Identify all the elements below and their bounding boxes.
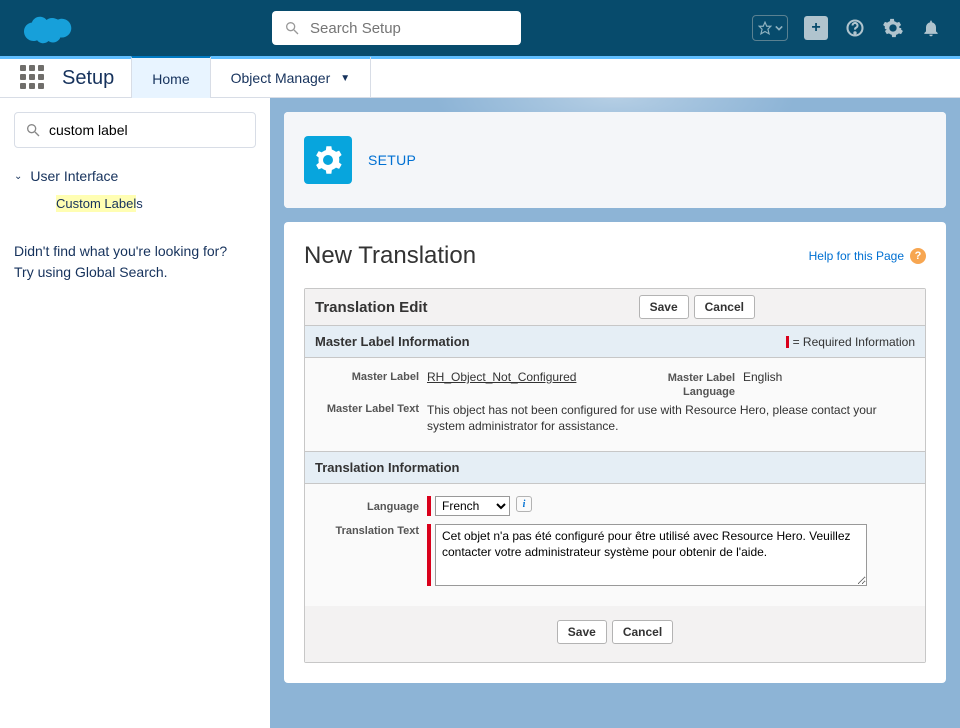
tree-section-user-interface[interactable]: ⌄ User Interface — [14, 168, 256, 184]
required-info: = Required Information — [786, 335, 915, 349]
master-text-value: This object has not been configured for … — [427, 400, 897, 436]
section1-title: Master Label Information — [315, 334, 470, 349]
master-label-link[interactable]: RH_Object_Not_Configured — [427, 370, 576, 384]
help-icon[interactable] — [844, 17, 866, 39]
tree-item-custom-labels[interactable]: Custom Labels — [56, 196, 256, 211]
translation-text-label: Translation Text — [315, 522, 427, 537]
chevron-down-icon: ⌄ — [14, 171, 22, 182]
chevron-down-icon: ▼ — [340, 73, 350, 84]
header-eyebrow: SETUP — [368, 152, 416, 168]
search-icon — [284, 20, 300, 36]
tab-home-label: Home — [152, 71, 189, 87]
required-marker — [427, 496, 431, 516]
translation-edit-block: Translation Edit Save Cancel Master Labe… — [304, 288, 926, 663]
tree-section-label: User Interface — [30, 168, 118, 184]
master-label-label: Master Label — [315, 368, 427, 400]
master-text-label: Master Label Text — [315, 400, 427, 415]
tree-highlight: Custom Label — [56, 195, 136, 212]
info-icon[interactable]: i — [516, 496, 532, 512]
quick-find-input[interactable] — [49, 122, 245, 138]
global-search-input[interactable] — [310, 20, 509, 37]
global-search-wrap — [272, 11, 521, 45]
context-title: Setup — [62, 67, 114, 90]
bell-icon[interactable] — [920, 17, 942, 39]
sidebar-help-line2: Try using Global Search. — [14, 262, 256, 283]
main-content: SETUP New Translation Help for this Page… — [270, 98, 960, 728]
header-actions: + — [752, 15, 948, 41]
page-title: New Translation — [304, 242, 476, 270]
tab-object-manager[interactable]: Object Manager ▼ — [210, 57, 372, 99]
create-button[interactable]: + — [804, 16, 828, 40]
global-header: + — [0, 0, 960, 56]
tab-object-manager-label: Object Manager — [231, 70, 331, 86]
context-nav-bar: Setup Home Object Manager ▼ — [0, 56, 960, 98]
setup-gear-icon — [304, 136, 352, 184]
help-for-page-link[interactable]: Help for this Page ? — [809, 248, 926, 264]
app-launcher-icon[interactable] — [20, 65, 46, 91]
help-icon: ? — [910, 248, 926, 264]
master-lang-value: English — [743, 368, 915, 400]
gear-icon[interactable] — [882, 17, 904, 39]
help-link-text: Help for this Page — [809, 249, 904, 263]
required-info-text: = Required Information — [793, 335, 915, 349]
page-header-panel: SETUP — [284, 112, 946, 208]
search-icon — [25, 122, 41, 138]
cancel-button-bottom[interactable]: Cancel — [612, 620, 673, 644]
section-master-label-info: Master Label Information = Required Info… — [305, 325, 925, 358]
block-title: Translation Edit — [315, 299, 428, 316]
form-panel: New Translation Help for this Page ? Tra… — [284, 222, 946, 683]
language-label: Language — [315, 498, 427, 513]
language-select[interactable]: French — [435, 496, 510, 516]
sidebar-help-line1: Didn't find what you're looking for? — [14, 241, 256, 262]
sidebar-help-text: Didn't find what you're looking for? Try… — [14, 241, 256, 283]
save-button[interactable]: Save — [639, 295, 689, 319]
section2-title: Translation Information — [315, 460, 459, 475]
setup-tree-sidebar: ⌄ User Interface Custom Labels Didn't fi… — [0, 98, 270, 728]
tab-home[interactable]: Home — [131, 56, 210, 99]
cancel-button[interactable]: Cancel — [694, 295, 755, 319]
save-button-bottom[interactable]: Save — [557, 620, 607, 644]
section-translation-info: Translation Information — [305, 451, 925, 484]
translation-text-input[interactable]: Cet objet n'a pas été configuré pour êtr… — [435, 524, 867, 586]
salesforce-logo[interactable] — [22, 11, 72, 45]
master-lang-label: Master LabelLanguage — [615, 368, 743, 400]
favorites-button[interactable] — [752, 15, 788, 41]
global-search-box[interactable] — [272, 11, 521, 45]
required-marker — [427, 524, 431, 586]
quick-find-box[interactable] — [14, 112, 256, 148]
